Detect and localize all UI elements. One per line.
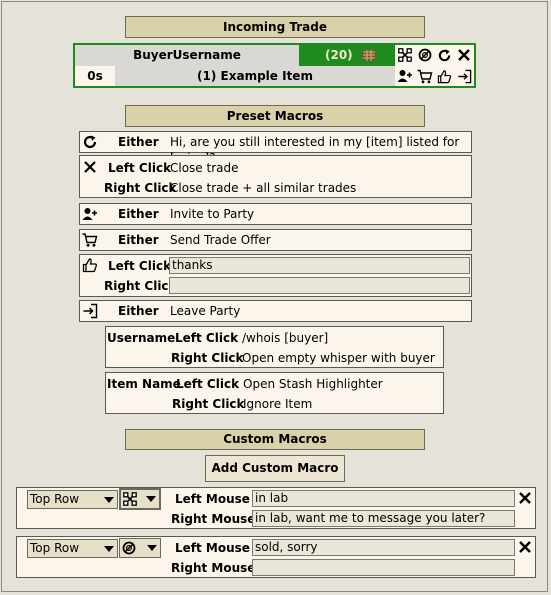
username-label: Username [107, 331, 176, 345]
preset-row-close: Left Click Close trade Right Click Close… [79, 155, 472, 198]
invite-icon[interactable] [397, 68, 413, 84]
right-click-label: Right Click [172, 397, 245, 411]
trigger-label: Either [118, 135, 159, 149]
chevron-down-icon [144, 539, 160, 556]
right-click-label: Right Click [104, 181, 177, 195]
left-mouse-label: Left Mouse [175, 541, 250, 555]
left-click-text: Close trade [170, 161, 239, 175]
hierarchy-icon[interactable] [397, 47, 413, 63]
icon-select[interactable] [119, 538, 161, 558]
item-name[interactable]: (1) Example Item [115, 66, 395, 86]
right-click-text: Close trade + all similar trades [170, 181, 357, 195]
leave-icon [82, 303, 98, 319]
icon-select[interactable] [119, 488, 161, 510]
right-mouse-label: Right Mouse [171, 512, 256, 526]
preset-row-leave: Either Leave Party [79, 300, 472, 322]
chevron-down-icon [101, 491, 117, 508]
thanks-left-input[interactable]: thanks [169, 257, 470, 274]
block-icon[interactable] [417, 47, 433, 63]
left-mouse-label: Left Mouse [175, 492, 250, 506]
delete-macro-icon[interactable] [517, 539, 533, 555]
right-click-text: Ignore Item [243, 397, 313, 411]
macro-text: Invite to Party [170, 207, 255, 221]
custom-macro-row: Top Row Left Mouse sold, sorry Right Mou… [16, 536, 536, 578]
username-macro: Username Left Click /whois [buyer] Right… [105, 326, 444, 368]
trade-count-badge: (20) [299, 45, 395, 66]
right-click-label: Right Click [104, 279, 177, 293]
preset-row-invite: Either Invite to Party [79, 203, 472, 225]
trigger-label: Either [118, 304, 159, 318]
right-mouse-input[interactable]: in lab, want me to message you later? [252, 510, 515, 527]
invite-icon [82, 206, 98, 222]
incoming-trade-header: Incoming Trade [125, 16, 425, 38]
left-click-label: Left Click [175, 331, 239, 345]
right-click-label: Right Click [171, 351, 244, 365]
macro-text: Send Trade Offer [170, 233, 271, 247]
trade-count: (20) [325, 48, 353, 62]
left-click-label: Left Click [176, 377, 240, 391]
left-mouse-input[interactable]: sold, sorry [252, 539, 515, 556]
row-position-value: Top Row [30, 492, 80, 506]
macro-text: Leave Party [170, 304, 241, 318]
close-icon[interactable] [456, 47, 472, 63]
chevron-down-icon [143, 490, 159, 507]
left-click-text: /whois [buyer] [242, 331, 329, 345]
leave-icon[interactable] [456, 68, 472, 84]
item-name-label: Item Name [107, 377, 181, 391]
left-mouse-input[interactable]: in lab [252, 490, 515, 507]
preset-row-thanks: Left Click thanks Right Click [79, 254, 472, 297]
thanks-right-input[interactable] [169, 277, 470, 294]
refresh-icon[interactable] [436, 47, 452, 63]
itemname-macro: Item Name Left Click Open Stash Highligh… [105, 372, 444, 414]
trade-timer: 0s [75, 66, 115, 86]
row-position-select[interactable]: Top Row [27, 539, 118, 558]
close-icon [82, 159, 98, 175]
trigger-label: Either [118, 233, 159, 247]
cart-icon[interactable] [417, 68, 433, 84]
block-icon [122, 541, 136, 560]
chevron-down-icon [101, 540, 117, 557]
right-mouse-label: Right Mouse [171, 561, 256, 575]
preset-row-refresh: Either Hi, are you still interested in m… [79, 131, 472, 165]
delete-macro-icon[interactable] [517, 490, 533, 506]
cart-icon [82, 232, 98, 248]
right-click-text: Open empty whisper with buyer [242, 351, 435, 365]
preset-macros-header: Preset Macros [125, 105, 425, 127]
thumbs-up-icon [82, 257, 98, 273]
left-click-label: Left Click [108, 161, 172, 175]
custom-macro-row: Top Row Left Mouse in lab Right Mouse in… [16, 487, 536, 529]
custom-macros-header: Custom Macros [125, 429, 425, 450]
incoming-trade-widget: BuyerUsername (20) 0s (1) Example Item [73, 43, 476, 88]
row-position-select[interactable]: Top Row [27, 490, 118, 509]
thumbs-up-icon[interactable] [436, 68, 452, 84]
trigger-label: Either [118, 207, 159, 221]
right-mouse-input[interactable] [252, 559, 515, 576]
left-click-text: Open Stash Highlighter [243, 377, 383, 391]
row-position-value: Top Row [30, 541, 80, 555]
hierarchy-icon [123, 492, 137, 511]
left-click-label: Left Click [108, 259, 172, 273]
preset-row-trade-offer: Either Send Trade Offer [79, 229, 472, 251]
buyer-name[interactable]: BuyerUsername [75, 45, 299, 66]
add-custom-macro-button[interactable]: Add Custom Macro [205, 455, 345, 482]
refresh-icon [82, 134, 98, 150]
